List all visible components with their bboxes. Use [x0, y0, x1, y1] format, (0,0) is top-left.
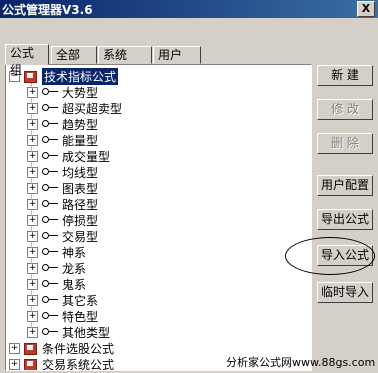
expand-toggle[interactable]: +: [27, 166, 38, 178]
user-config-button[interactable]: 用户配置: [317, 175, 373, 196]
tab-user[interactable]: 用户: [153, 46, 201, 64]
tree-node-label: 条件选股公式: [42, 341, 115, 356]
key-icon: [42, 312, 58, 320]
key-icon: [42, 120, 58, 128]
formula-tree[interactable]: − 技术指标公式 + 大势型 + 超买超卖型 + 趋势型 + 能量型 + 成交量…: [5, 64, 312, 371]
key-icon: [42, 216, 58, 224]
tree-node-label: 交易系统公式: [42, 357, 115, 371]
expand-toggle[interactable]: +: [27, 118, 38, 130]
tree-child-label: 神系: [62, 245, 87, 260]
key-icon: [42, 248, 58, 256]
expand-toggle[interactable]: +: [27, 246, 38, 258]
tree-child-label: 图表型: [62, 181, 99, 196]
watermark-text: 分析家公式网www.88gs.com: [226, 356, 376, 369]
book-icon: [24, 358, 37, 370]
temp-import-button[interactable]: 临时导入: [317, 282, 373, 303]
close-button[interactable]: X: [357, 1, 375, 17]
expand-toggle[interactable]: +: [27, 262, 38, 274]
tree-child-label: 趋势型: [62, 117, 99, 132]
key-icon: [42, 184, 58, 192]
key-icon: [42, 168, 58, 176]
tab-formula-group[interactable]: 公式组: [5, 44, 49, 77]
delete-button[interactable]: 删 除: [317, 133, 373, 154]
expand-toggle[interactable]: +: [27, 134, 38, 146]
tree-child-label: 交易型: [62, 229, 99, 244]
key-icon: [42, 200, 58, 208]
key-icon: [42, 136, 58, 144]
key-icon: [42, 152, 58, 160]
key-icon: [42, 232, 58, 240]
key-icon: [42, 264, 58, 272]
tree-child-label: 能量型: [62, 133, 99, 148]
tree-child-label: 均线型: [62, 165, 99, 180]
expand-toggle[interactable]: +: [27, 294, 38, 306]
expand-toggle[interactable]: +: [27, 182, 38, 194]
key-icon: [42, 296, 58, 304]
book-icon: [24, 342, 37, 355]
tab-system[interactable]: 系统: [98, 46, 152, 64]
tree-child-label: 超买超卖型: [62, 101, 123, 116]
expand-toggle[interactable]: +: [9, 342, 20, 354]
key-icon: [42, 328, 58, 336]
tree-child-label: 鬼系: [62, 277, 87, 292]
expand-toggle[interactable]: +: [27, 86, 38, 98]
key-icon: [42, 104, 58, 112]
tree-child-label: 大势型: [62, 85, 99, 100]
tree-child-label: 成交量型: [62, 149, 111, 164]
tree-child-label: 停损型: [62, 213, 99, 228]
key-icon: [42, 88, 58, 96]
new-button[interactable]: 新 建: [317, 65, 373, 86]
tree-child-label: 其他类型: [62, 325, 111, 340]
expand-toggle[interactable]: +: [27, 198, 38, 210]
tree-child-label: 路径型: [62, 197, 99, 212]
window-title: 公式管理器V3.6: [2, 3, 93, 17]
expand-toggle[interactable]: +: [27, 278, 38, 290]
key-icon: [42, 280, 58, 288]
tree-child-label: 特色型: [62, 309, 99, 324]
highlight-ellipse: [285, 237, 375, 275]
expand-toggle[interactable]: +: [9, 358, 20, 370]
book-icon: [24, 70, 37, 83]
expand-toggle[interactable]: +: [27, 150, 38, 162]
tree-node-label: 技术指标公式: [42, 67, 119, 85]
tree-child-label: 其它系: [62, 293, 99, 308]
export-formula-button[interactable]: 导出公式: [317, 209, 373, 230]
tab-all[interactable]: 全部: [51, 46, 97, 64]
tree-child-label: 龙系: [62, 261, 87, 276]
modify-button[interactable]: 修 改: [317, 99, 373, 120]
tree-node-trading-system[interactable]: + 交易系统公式: [9, 355, 115, 371]
expand-toggle[interactable]: +: [27, 230, 38, 242]
expand-toggle[interactable]: +: [27, 102, 38, 114]
expand-toggle[interactable]: +: [27, 310, 38, 322]
expand-toggle[interactable]: +: [27, 214, 38, 226]
title-bar: 公式管理器V3.6 X: [0, 0, 378, 18]
expand-toggle[interactable]: +: [27, 326, 38, 338]
